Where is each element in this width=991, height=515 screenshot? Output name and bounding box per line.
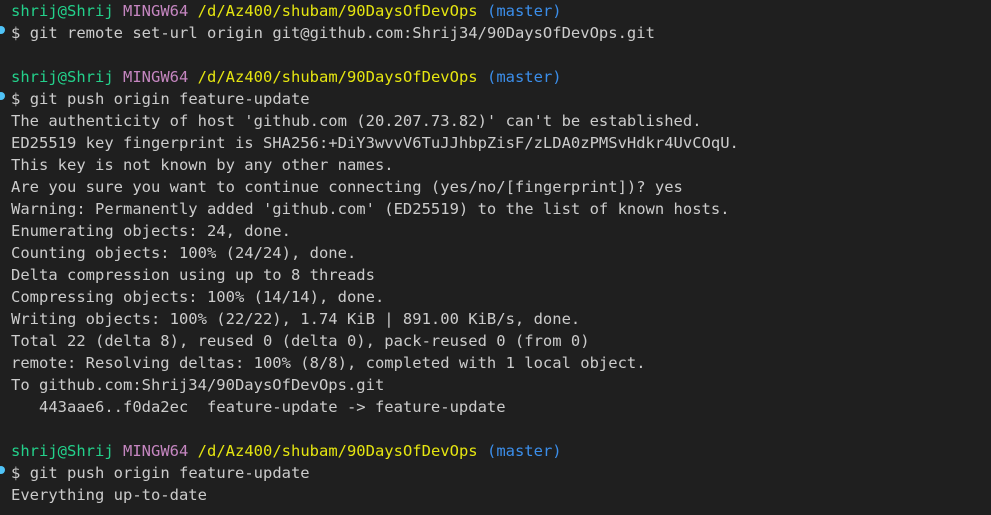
output-line: Compressing objects: 100% (14/14), done. bbox=[11, 288, 385, 306]
prompt-branch: (master) bbox=[486, 442, 562, 460]
command-marker-icon bbox=[0, 26, 5, 34]
output-line: This key is not known by any other names… bbox=[11, 156, 394, 174]
output-line: To github.com:Shrij34/90DaysOfDevOps.git bbox=[11, 376, 385, 394]
output-line: remote: Resolving deltas: 100% (8/8), co… bbox=[11, 354, 646, 372]
output-line: ED25519 key fingerprint is SHA256:+DiY3w… bbox=[11, 134, 739, 152]
output-line: Everything up-to-date bbox=[11, 486, 207, 504]
prompt-path: /d/Az400/shubam/90DaysOfDevOps bbox=[197, 442, 478, 460]
prompt-user-host: shrij@Shrij bbox=[11, 442, 114, 460]
output-line: Total 22 (delta 8), reused 0 (delta 0), … bbox=[11, 332, 590, 350]
prompt-user-host: shrij@Shrij bbox=[11, 68, 114, 86]
prompt-branch: (master) bbox=[486, 2, 562, 20]
command-line: $ git push origin feature-update bbox=[0, 88, 991, 110]
output-line: The authenticity of host 'github.com (20… bbox=[11, 112, 702, 130]
output-line: Enumerating objects: 24, done. bbox=[11, 222, 291, 240]
output-line: Delta compression using up to 8 threads bbox=[11, 266, 375, 284]
command-line: $ git remote set-url origin git@github.c… bbox=[0, 22, 991, 44]
prompt-env: MINGW64 bbox=[123, 442, 189, 460]
prompt-symbol: $ bbox=[11, 464, 21, 482]
output-line: Are you sure you want to continue connec… bbox=[11, 178, 683, 196]
command-text: git remote set-url origin git@github.com… bbox=[29, 24, 655, 42]
output-line: Warning: Permanently added 'github.com' … bbox=[11, 200, 730, 218]
prompt-env: MINGW64 bbox=[123, 68, 189, 86]
prompt-line: shrij@Shrij MINGW64 /d/Az400/shubam/90Da… bbox=[0, 66, 991, 88]
prompt-path: /d/Az400/shubam/90DaysOfDevOps bbox=[197, 68, 478, 86]
command-text: git push origin feature-update bbox=[29, 464, 310, 482]
prompt-symbol: $ bbox=[11, 90, 21, 108]
output-line: Counting objects: 100% (24/24), done. bbox=[11, 244, 357, 262]
prompt-symbol: $ bbox=[11, 24, 21, 42]
prompt-branch: (master) bbox=[486, 68, 562, 86]
terminal-window[interactable]: shrij@Shrij MINGW64 /d/Az400/shubam/90Da… bbox=[0, 0, 991, 515]
command-marker-icon bbox=[0, 92, 5, 100]
output-line: Writing objects: 100% (22/22), 1.74 KiB … bbox=[11, 310, 581, 328]
prompt-user-host: shrij@Shrij bbox=[11, 2, 114, 20]
prompt-env: MINGW64 bbox=[123, 2, 189, 20]
output-line: 443aae6..f0da2ec feature-update -> featu… bbox=[11, 398, 506, 416]
prompt-path: /d/Az400/shubam/90DaysOfDevOps bbox=[197, 2, 478, 20]
command-text: git push origin feature-update bbox=[29, 90, 310, 108]
prompt-line: shrij@Shrij MINGW64 /d/Az400/shubam/90Da… bbox=[0, 440, 991, 462]
prompt-line: shrij@Shrij MINGW64 /d/Az400/shubam/90Da… bbox=[0, 0, 991, 22]
command-line: $ git push origin feature-update bbox=[0, 462, 991, 484]
command-marker-icon bbox=[0, 466, 5, 474]
